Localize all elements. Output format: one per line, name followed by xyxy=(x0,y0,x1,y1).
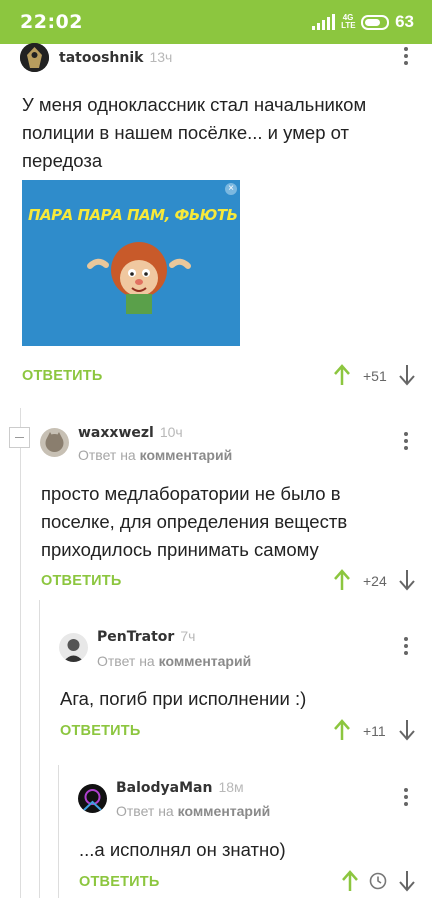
reply-button[interactable]: ОТВЕТИТЬ xyxy=(60,723,140,739)
reply-to-link[interactable]: комментарий xyxy=(178,803,271,819)
post-image[interactable]: ПАРА ПАРА ПАМ, ФЬЮТЬ × xyxy=(22,180,240,346)
signal-icon xyxy=(312,14,336,30)
reply-button[interactable]: ОТВЕТИТЬ xyxy=(41,573,121,589)
network-type: 4G LTE xyxy=(341,13,356,30)
image-caption: ПАРА ПАРА ПАМ, ФЬЮТЬ xyxy=(28,206,238,224)
comment-text: просто медлаборатории не было в поселке,… xyxy=(41,483,348,560)
comment-time: 7ч xyxy=(180,628,196,644)
rating: +24 xyxy=(363,573,387,589)
avatar[interactable] xyxy=(59,633,88,662)
more-vert-icon[interactable] xyxy=(402,788,410,806)
reply-to-prefix: Ответ на xyxy=(116,803,174,819)
battery-icon xyxy=(361,14,390,30)
upvote-arrow-icon[interactable] xyxy=(334,364,350,386)
avatar[interactable] xyxy=(40,428,69,457)
author-name[interactable]: tatooshnik xyxy=(59,50,143,66)
status-time: 22:02 xyxy=(20,11,83,33)
avatar[interactable] xyxy=(78,784,107,813)
avatar[interactable] xyxy=(20,43,49,72)
reply-to-link[interactable]: комментарий xyxy=(140,447,233,463)
clock-icon xyxy=(369,872,387,890)
thread-line xyxy=(20,408,21,898)
author-name[interactable]: BalodyaMan xyxy=(116,780,212,796)
post-time: 13ч xyxy=(149,49,173,65)
rating: +11 xyxy=(363,723,386,739)
upvote-arrow-icon[interactable] xyxy=(334,569,350,591)
downvote-arrow-icon[interactable] xyxy=(399,569,415,591)
reply-to: Ответ на комментарий xyxy=(116,803,270,819)
more-vert-icon[interactable] xyxy=(402,432,410,450)
more-vert-icon[interactable] xyxy=(402,47,410,65)
author-name[interactable]: PenTrator xyxy=(97,629,174,645)
comment-time: 10ч xyxy=(159,424,183,440)
comment-time: 18м xyxy=(218,779,244,795)
battery-level: 63 xyxy=(395,12,414,31)
comment-text: ...а исполнял он знатно) xyxy=(79,839,286,860)
close-icon[interactable]: × xyxy=(225,183,237,195)
reply-to: Ответ на комментарий xyxy=(78,447,232,463)
comment-header: PenTrator 7ч xyxy=(97,628,195,646)
status-bar: 22:02 4G LTE 63 xyxy=(0,0,432,44)
upvote-arrow-icon[interactable] xyxy=(334,719,350,741)
downvote-arrow-icon[interactable] xyxy=(399,870,415,892)
comment-header: waxxwezl 10ч xyxy=(78,424,183,442)
thread-line xyxy=(39,600,40,898)
thread-line xyxy=(58,765,59,898)
reply-to-prefix: Ответ на xyxy=(97,653,155,669)
reply-to-link[interactable]: комментарий xyxy=(159,653,252,669)
reply-to: Ответ на комментарий xyxy=(97,653,251,669)
comment-header: BalodyaMan 18м xyxy=(116,779,244,797)
comment-text: Ага, погиб при исполнении :) xyxy=(60,688,307,709)
downvote-arrow-icon[interactable] xyxy=(399,719,415,741)
reply-to-prefix: Ответ на xyxy=(78,447,136,463)
reply-button[interactable]: ОТВЕТИТЬ xyxy=(79,874,159,890)
downvote-arrow-icon[interactable] xyxy=(399,364,415,386)
post-text: У меня одноклассник стал начальником пол… xyxy=(22,94,367,171)
post-header: tatooshnik 13ч xyxy=(59,49,172,67)
upvote-arrow-icon[interactable] xyxy=(342,870,358,892)
status-icons: 4G LTE 63 xyxy=(312,12,414,32)
rating: +51 xyxy=(363,368,387,384)
reply-button[interactable]: ОТВЕТИТЬ xyxy=(22,368,102,384)
collapse-icon[interactable] xyxy=(9,427,30,448)
more-vert-icon[interactable] xyxy=(402,637,410,655)
author-name[interactable]: waxxwezl xyxy=(78,425,154,441)
